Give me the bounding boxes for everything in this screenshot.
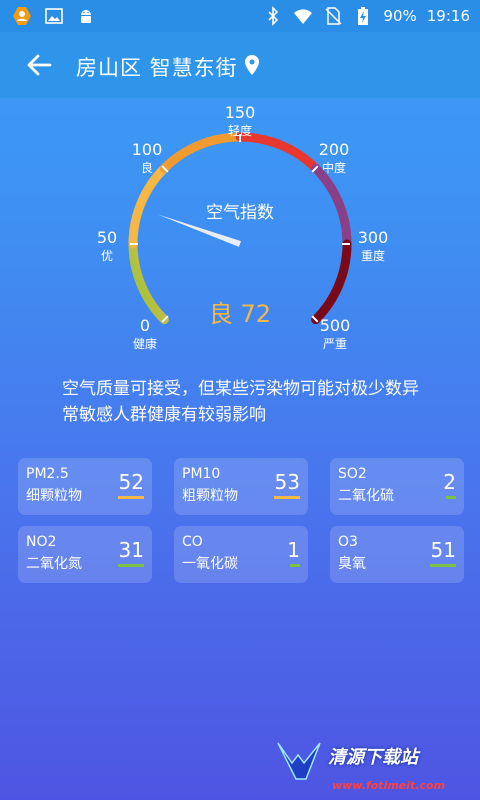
tick-50: 50 优 (96, 228, 118, 263)
battery-charging-icon (358, 7, 369, 25)
watermark-logo-icon (277, 742, 321, 780)
pollutant-card-so2[interactable]: SO2 二氧化硫 2 (330, 458, 464, 515)
no-sim-icon (325, 7, 342, 25)
watermark-brand: 清源下载站 (328, 747, 418, 768)
watermark-url: www.fotimeit.com (332, 779, 446, 792)
bluetooth-icon (268, 6, 279, 26)
pollutant-card-pm25[interactable]: PM2.5 细颗粒物 52 (18, 458, 152, 515)
battery-percent: 90% (383, 7, 417, 25)
pollutant-card-co[interactable]: CO 一氧化碳 1 (174, 526, 308, 583)
level-bar (118, 496, 144, 499)
tick-0: 0 健康 (132, 316, 157, 351)
location-pin-icon[interactable] (243, 54, 261, 76)
pollutant-card-pm10[interactable]: PM10 粗颗粒物 53 (174, 458, 308, 515)
tick-500: 500 严重 (319, 316, 351, 351)
tick-300: 300 重度 (357, 228, 389, 263)
status-bar: 90% 19:16 (0, 0, 480, 32)
air-quality-description: 空气质量可接受，但某些污染物可能对极少数异常敏感人群健康有较弱影响 (62, 379, 419, 425)
aqi-gauge: 0 健康 50 优 100 良 150 轻度 200 中度 300 重度 500 严重 空气指… (0, 98, 480, 368)
arc-moderate (128, 163, 169, 249)
tick-150: 150 轻度 (224, 103, 256, 138)
image-icon (45, 8, 63, 24)
gauge-title: 空气指数 (206, 203, 274, 223)
level-bar (289, 564, 300, 567)
tick-100: 100 良 (131, 140, 163, 175)
level-bar (274, 496, 300, 499)
location-title: 房山区 智慧东街 (76, 56, 238, 80)
arc-good (128, 239, 169, 325)
aqi-value: 良 72 (208, 300, 272, 328)
watermark: 清源下载站 www.fotimeit.com (270, 735, 470, 800)
tick-200: 200 中度 (318, 140, 350, 175)
wifi-icon (294, 9, 313, 24)
level-bar (430, 564, 456, 567)
pollutant-card-no2[interactable]: NO2 二氧化氮 31 (18, 526, 152, 583)
level-bar (445, 496, 456, 499)
android-icon (81, 10, 91, 23)
pollutant-card-o3[interactable]: O3 臭氧 51 (330, 526, 464, 583)
clock: 19:16 (426, 7, 470, 25)
back-arrow-icon[interactable] (22, 48, 56, 82)
app-bar: 房山区 智慧东街 (0, 32, 480, 98)
level-bar (118, 564, 144, 567)
avatar-icon (13, 7, 31, 25)
